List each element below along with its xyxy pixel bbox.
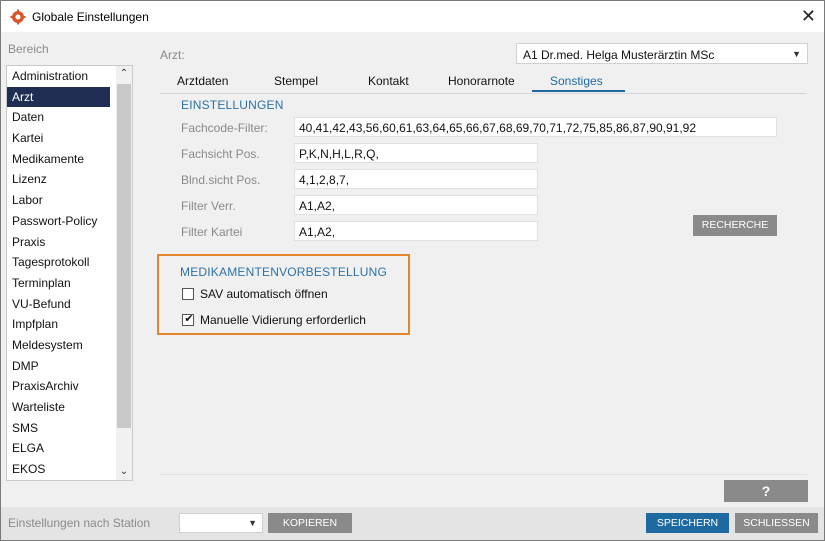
arzt-label: Arzt: [160, 48, 185, 62]
active-tab-indicator [532, 90, 625, 92]
sidebar-item-impfplan[interactable]: Impfplan [7, 314, 110, 335]
filter-kartei-field[interactable]: A1,A2, [294, 221, 538, 241]
fachsicht-pos-field[interactable]: P,K,N,H,L,R,Q, [294, 143, 538, 163]
sav-checkbox-label[interactable]: SAV automatisch öffnen [200, 287, 328, 301]
sidebar-item-meldesystem[interactable]: Meldesystem [7, 335, 110, 356]
sidebar-item-medikamente[interactable]: Medikamente [7, 149, 110, 170]
sidebar-item-elga[interactable]: ELGA [7, 438, 110, 459]
sidebar-item-passwort-policy[interactable]: Passwort-Policy [7, 211, 110, 232]
speichern-button[interactable]: SPEICHERN [646, 513, 729, 533]
sidebar-item-dmp[interactable]: DMP [7, 356, 110, 377]
sidebar-item-administration[interactable]: Administration [7, 66, 110, 87]
arzt-dropdown-value: A1 Dr.med. Helga Musterärztin MSc [523, 48, 715, 62]
chevron-up-icon[interactable]: ⌃ [118, 68, 130, 80]
tab-stempel[interactable]: Stempel [274, 74, 318, 88]
schliessen-button[interactable]: SCHLIESSEN [735, 513, 818, 533]
sidebar-item-praxis[interactable]: Praxis [7, 232, 110, 253]
gear-logo-icon [10, 9, 26, 25]
sidebar-item-ekos[interactable]: EKOS [7, 459, 110, 480]
settings-window: Globale Einstellungen ✕ Bereich Administ… [0, 0, 825, 541]
window-title: Globale Einstellungen [32, 10, 149, 24]
chevron-down-icon[interactable]: ⌄ [118, 466, 130, 478]
vidierung-checkbox-label[interactable]: Manuelle Vidierung erforderlich [200, 313, 366, 327]
recherche-button[interactable]: RECHERCHE [693, 215, 777, 236]
sidebar-item-kartei[interactable]: Kartei [7, 128, 110, 149]
tab-bar: Arztdaten Stempel Kontakt Honorarnote So… [160, 71, 807, 94]
sidebar-item-praxisarchiv[interactable]: PraxisArchiv [7, 376, 110, 397]
station-label: Einstellungen nach Station [8, 516, 151, 530]
tab-kontakt[interactable]: Kontakt [368, 74, 409, 88]
footer-bar: Einstellungen nach Station ▼ KOPIEREN SP… [1, 507, 824, 540]
fachcode-filter-field[interactable]: 40,41,42,43,56,60,61,63,64,65,66,67,68,6… [294, 117, 777, 137]
einstellungen-title: EINSTELLUNGEN [181, 98, 284, 112]
fachcode-filter-label: Fachcode-Filter: [181, 121, 268, 135]
sidebar-list: Administration Arzt Daten Kartei Medikam… [6, 65, 133, 481]
filter-verr-label: Filter Verr. [181, 199, 236, 213]
sav-checkbox[interactable] [182, 288, 194, 300]
tab-arztdaten[interactable]: Arztdaten [177, 74, 228, 88]
checkmark-icon: ✔ [184, 313, 194, 325]
caret-down-icon: ▼ [248, 518, 257, 528]
filter-verr-field[interactable]: A1,A2, [294, 195, 538, 215]
sidebar-item-tagesprotokoll[interactable]: Tagesprotokoll [7, 252, 110, 273]
close-icon[interactable]: ✕ [801, 6, 816, 27]
sidebar-item-vu-befund[interactable]: VU-Befund [7, 294, 110, 315]
sidebar-item-arzt[interactable]: Arzt [7, 86, 110, 108]
divider [160, 474, 807, 475]
sidebar-heading: Bereich [8, 42, 49, 56]
sidebar-item-labor[interactable]: Labor [7, 190, 110, 211]
station-dropdown[interactable]: ▼ [179, 513, 263, 533]
scrollbar-thumb[interactable] [117, 84, 131, 428]
filter-kartei-label: Filter Kartei [181, 225, 243, 239]
blndsicht-pos-label: Blnd.sicht Pos. [181, 173, 261, 187]
vidierung-checkbox[interactable]: ✔ [182, 313, 194, 326]
medikamentenvorbestellung-title: MEDIKAMENTENVORBESTELLUNG [180, 265, 388, 279]
tab-honorarnote[interactable]: Honorarnote [448, 74, 515, 88]
help-button[interactable]: ? [724, 480, 808, 502]
arzt-dropdown[interactable]: A1 Dr.med. Helga Musterärztin MSc ▼ [516, 43, 808, 64]
sidebar-item-sms[interactable]: SMS [7, 418, 110, 439]
tab-sonstiges[interactable]: Sonstiges [550, 74, 603, 88]
blndsicht-pos-field[interactable]: 4,1,2,8,7, [294, 169, 538, 189]
sidebar-item-warteliste[interactable]: Warteliste [7, 397, 110, 418]
caret-down-icon: ▼ [792, 49, 801, 59]
fachsicht-pos-label: Fachsicht Pos. [181, 147, 260, 161]
title-bar: Globale Einstellungen ✕ [1, 1, 824, 32]
sidebar-scrollbar[interactable]: ⌃ ⌄ [116, 66, 132, 480]
sidebar-item-daten[interactable]: Daten [7, 107, 110, 128]
sidebar-item-lizenz[interactable]: Lizenz [7, 169, 110, 190]
sidebar-item-terminplan[interactable]: Terminplan [7, 273, 110, 294]
kopieren-button[interactable]: KOPIEREN [268, 513, 352, 533]
